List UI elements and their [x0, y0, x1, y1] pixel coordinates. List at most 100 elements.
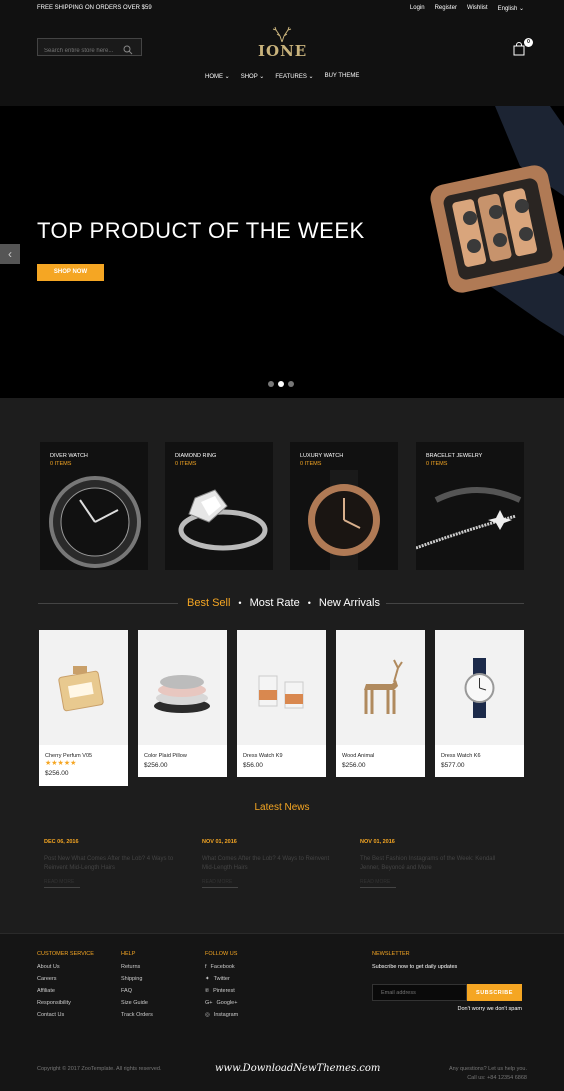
subscribe-button[interactable]: SUBSCRIBE: [467, 984, 522, 1001]
bracelet-image: [416, 487, 522, 550]
social-label: Google+: [216, 1000, 238, 1006]
cart-count-badge: 0: [524, 38, 533, 47]
tab-separator: •: [238, 598, 242, 608]
shop-now-button[interactable]: SHOP NOW: [37, 264, 104, 281]
contact-question: Any questions? Let us help you.: [449, 1066, 527, 1072]
category-card-diver-watch[interactable]: DIVER WATCH 0 ITEMS: [40, 442, 148, 570]
footer-social-google-plus[interactable]: G+ Google+: [205, 1000, 238, 1006]
product-name: Dress Watch K9: [243, 753, 283, 759]
pinterest-icon: ℗: [205, 988, 210, 994]
newsletter: NEWSLETTER Subscribe now to get daily up…: [372, 951, 522, 1013]
nav-buy-theme[interactable]: BUY THEME: [325, 73, 360, 80]
slider-dot[interactable]: [268, 381, 274, 387]
slider-dot[interactable]: [288, 381, 294, 387]
slider-prev-button[interactable]: ‹: [0, 244, 20, 264]
perfume-image: [58, 666, 104, 712]
news-date: NOV 01, 2016: [360, 839, 395, 845]
footer-link[interactable]: Responsibility: [37, 1000, 94, 1006]
category-name: DIAMOND RING: [175, 453, 217, 459]
candle-image: [258, 675, 304, 709]
cart-button[interactable]: 0: [512, 38, 533, 58]
read-more-link[interactable]: READ MORE: [44, 879, 80, 888]
product-image: [138, 630, 227, 745]
login-link[interactable]: Login: [410, 5, 425, 12]
product-price: $256.00: [144, 762, 168, 769]
watermark: www.DownloadNewThemes.com: [215, 1063, 381, 1074]
product-card[interactable]: Dress Watch K6 $577.00: [435, 630, 524, 777]
twitter-icon: ✦: [205, 976, 210, 982]
product-card[interactable]: Dress Watch K9 $56.00: [237, 630, 326, 777]
category-card-diamond-ring[interactable]: DIAMOND RING 0 ITEMS: [165, 442, 273, 570]
category-card-bracelet-jewelry[interactable]: BRACELET JEWELRY 0 ITEMS: [416, 442, 524, 570]
nav-home[interactable]: HOME ⌄: [205, 73, 230, 80]
news-title[interactable]: What Comes After the Lob? 4 Ways to Rein…: [202, 855, 342, 873]
footer-social-facebook[interactable]: f Facebook: [205, 964, 238, 970]
product-card[interactable]: Cherry Perfum V05 ★★★★★ $256.00: [39, 630, 128, 786]
logo-text: IONE: [258, 42, 308, 60]
product-card[interactable]: Wood Animal $256.00: [336, 630, 425, 777]
account-links: Login Register Wishlist English ⌄: [410, 5, 524, 12]
footer-link[interactable]: About Us: [37, 964, 94, 970]
email-field[interactable]: [372, 984, 467, 1001]
footer-social-twitter[interactable]: ✦ Twitter: [205, 976, 238, 982]
tab-new-arrivals[interactable]: New Arrivals: [319, 597, 380, 609]
newsletter-note: Don't worry we don't spam: [457, 1006, 522, 1012]
footer-heading: FOLLOW US: [205, 951, 238, 957]
tab-most-rate[interactable]: Most Rate: [250, 597, 300, 609]
top-bar: FREE SHIPPING ON ORDERS OVER $59 Login R…: [0, 0, 564, 16]
footer-heading: NEWSLETTER: [372, 951, 410, 957]
product-price: $256.00: [342, 762, 366, 769]
wishlist-link[interactable]: Wishlist: [467, 5, 488, 12]
news-item[interactable]: DEC 06, 2016 Post New What Comes After t…: [44, 839, 184, 888]
product-price: $577.00: [441, 762, 465, 769]
logo[interactable]: IONE: [258, 26, 306, 62]
read-more-link[interactable]: READ MORE: [202, 879, 238, 888]
tab-best-sell[interactable]: Best Sell: [187, 597, 230, 609]
product-image: [435, 630, 524, 745]
footer-link[interactable]: Careers: [37, 976, 94, 982]
nav-features[interactable]: FEATURES ⌄: [275, 73, 313, 80]
search-icon[interactable]: [123, 42, 133, 60]
news-title[interactable]: The Best Fashion Instagrams of the Week:…: [360, 855, 500, 873]
category-card-luxury-watch[interactable]: LUXURY WATCH 0 ITEMS: [290, 442, 398, 570]
footer-link[interactable]: Affiliate: [37, 988, 94, 994]
read-more-link[interactable]: READ MORE: [360, 879, 396, 888]
product-card[interactable]: Color Plaid Pillow $256.00: [138, 630, 227, 777]
chevron-down-icon: ⌄: [518, 6, 524, 12]
news-title[interactable]: Post New What Comes After the Lob? 4 Way…: [44, 855, 184, 873]
footer-link[interactable]: FAQ: [121, 988, 153, 994]
luxury-watch-image: [308, 470, 380, 570]
social-label: Twitter: [213, 976, 230, 982]
product-tabs: Best Sell • Most Rate • New Arrivals: [187, 597, 380, 609]
main-nav: HOME ⌄ SHOP ⌄ FEATURES ⌄ BUY THEME: [205, 73, 359, 80]
slider-dot-active[interactable]: [278, 381, 284, 387]
site-header: IONE 0 HOME ⌄ SHOP ⌄ FEATURES ⌄ BUY THEM…: [0, 16, 564, 106]
news-item[interactable]: NOV 01, 2016 What Comes After the Lob? 4…: [202, 839, 342, 888]
category-count: 0 ITEMS: [300, 461, 322, 467]
news-item[interactable]: NOV 01, 2016 The Best Fashion Instagrams…: [360, 839, 500, 888]
nav-shop[interactable]: SHOP ⌄: [241, 73, 265, 80]
language-label: English: [497, 6, 518, 12]
search-input[interactable]: [38, 43, 118, 59]
diver-watch-image: [49, 476, 141, 568]
language-select[interactable]: English ⌄: [498, 5, 524, 12]
footer-link[interactable]: Shipping: [121, 976, 153, 982]
product-price: $256.00: [45, 770, 69, 777]
copyright: Copyright © 2017 ZooTemplate. All rights…: [37, 1066, 162, 1072]
footer-social-pinterest[interactable]: ℗ Pinterest: [205, 988, 238, 994]
footer-link[interactable]: Size Guide: [121, 1000, 153, 1006]
divider: [38, 603, 178, 604]
footer-link[interactable]: Track Orders: [121, 1012, 153, 1018]
chevron-left-icon: ‹: [8, 247, 12, 261]
footer-link[interactable]: Contact Us: [37, 1012, 94, 1018]
tab-separator: •: [307, 598, 311, 608]
product-name: Wood Animal: [342, 753, 375, 759]
contact-info: Any questions? Let us help you. Call us:…: [449, 1065, 527, 1083]
footer-link[interactable]: Returns: [121, 964, 153, 970]
nav-label: HOME: [205, 74, 223, 80]
contact-phone[interactable]: Call us: +84 12354 6868: [449, 1074, 527, 1083]
newsletter-form: SUBSCRIBE: [372, 984, 522, 1001]
register-link[interactable]: Register: [435, 5, 457, 12]
footer-social-instagram[interactable]: ◎ Instagram: [205, 1012, 238, 1018]
news-date: NOV 01, 2016: [202, 839, 237, 845]
